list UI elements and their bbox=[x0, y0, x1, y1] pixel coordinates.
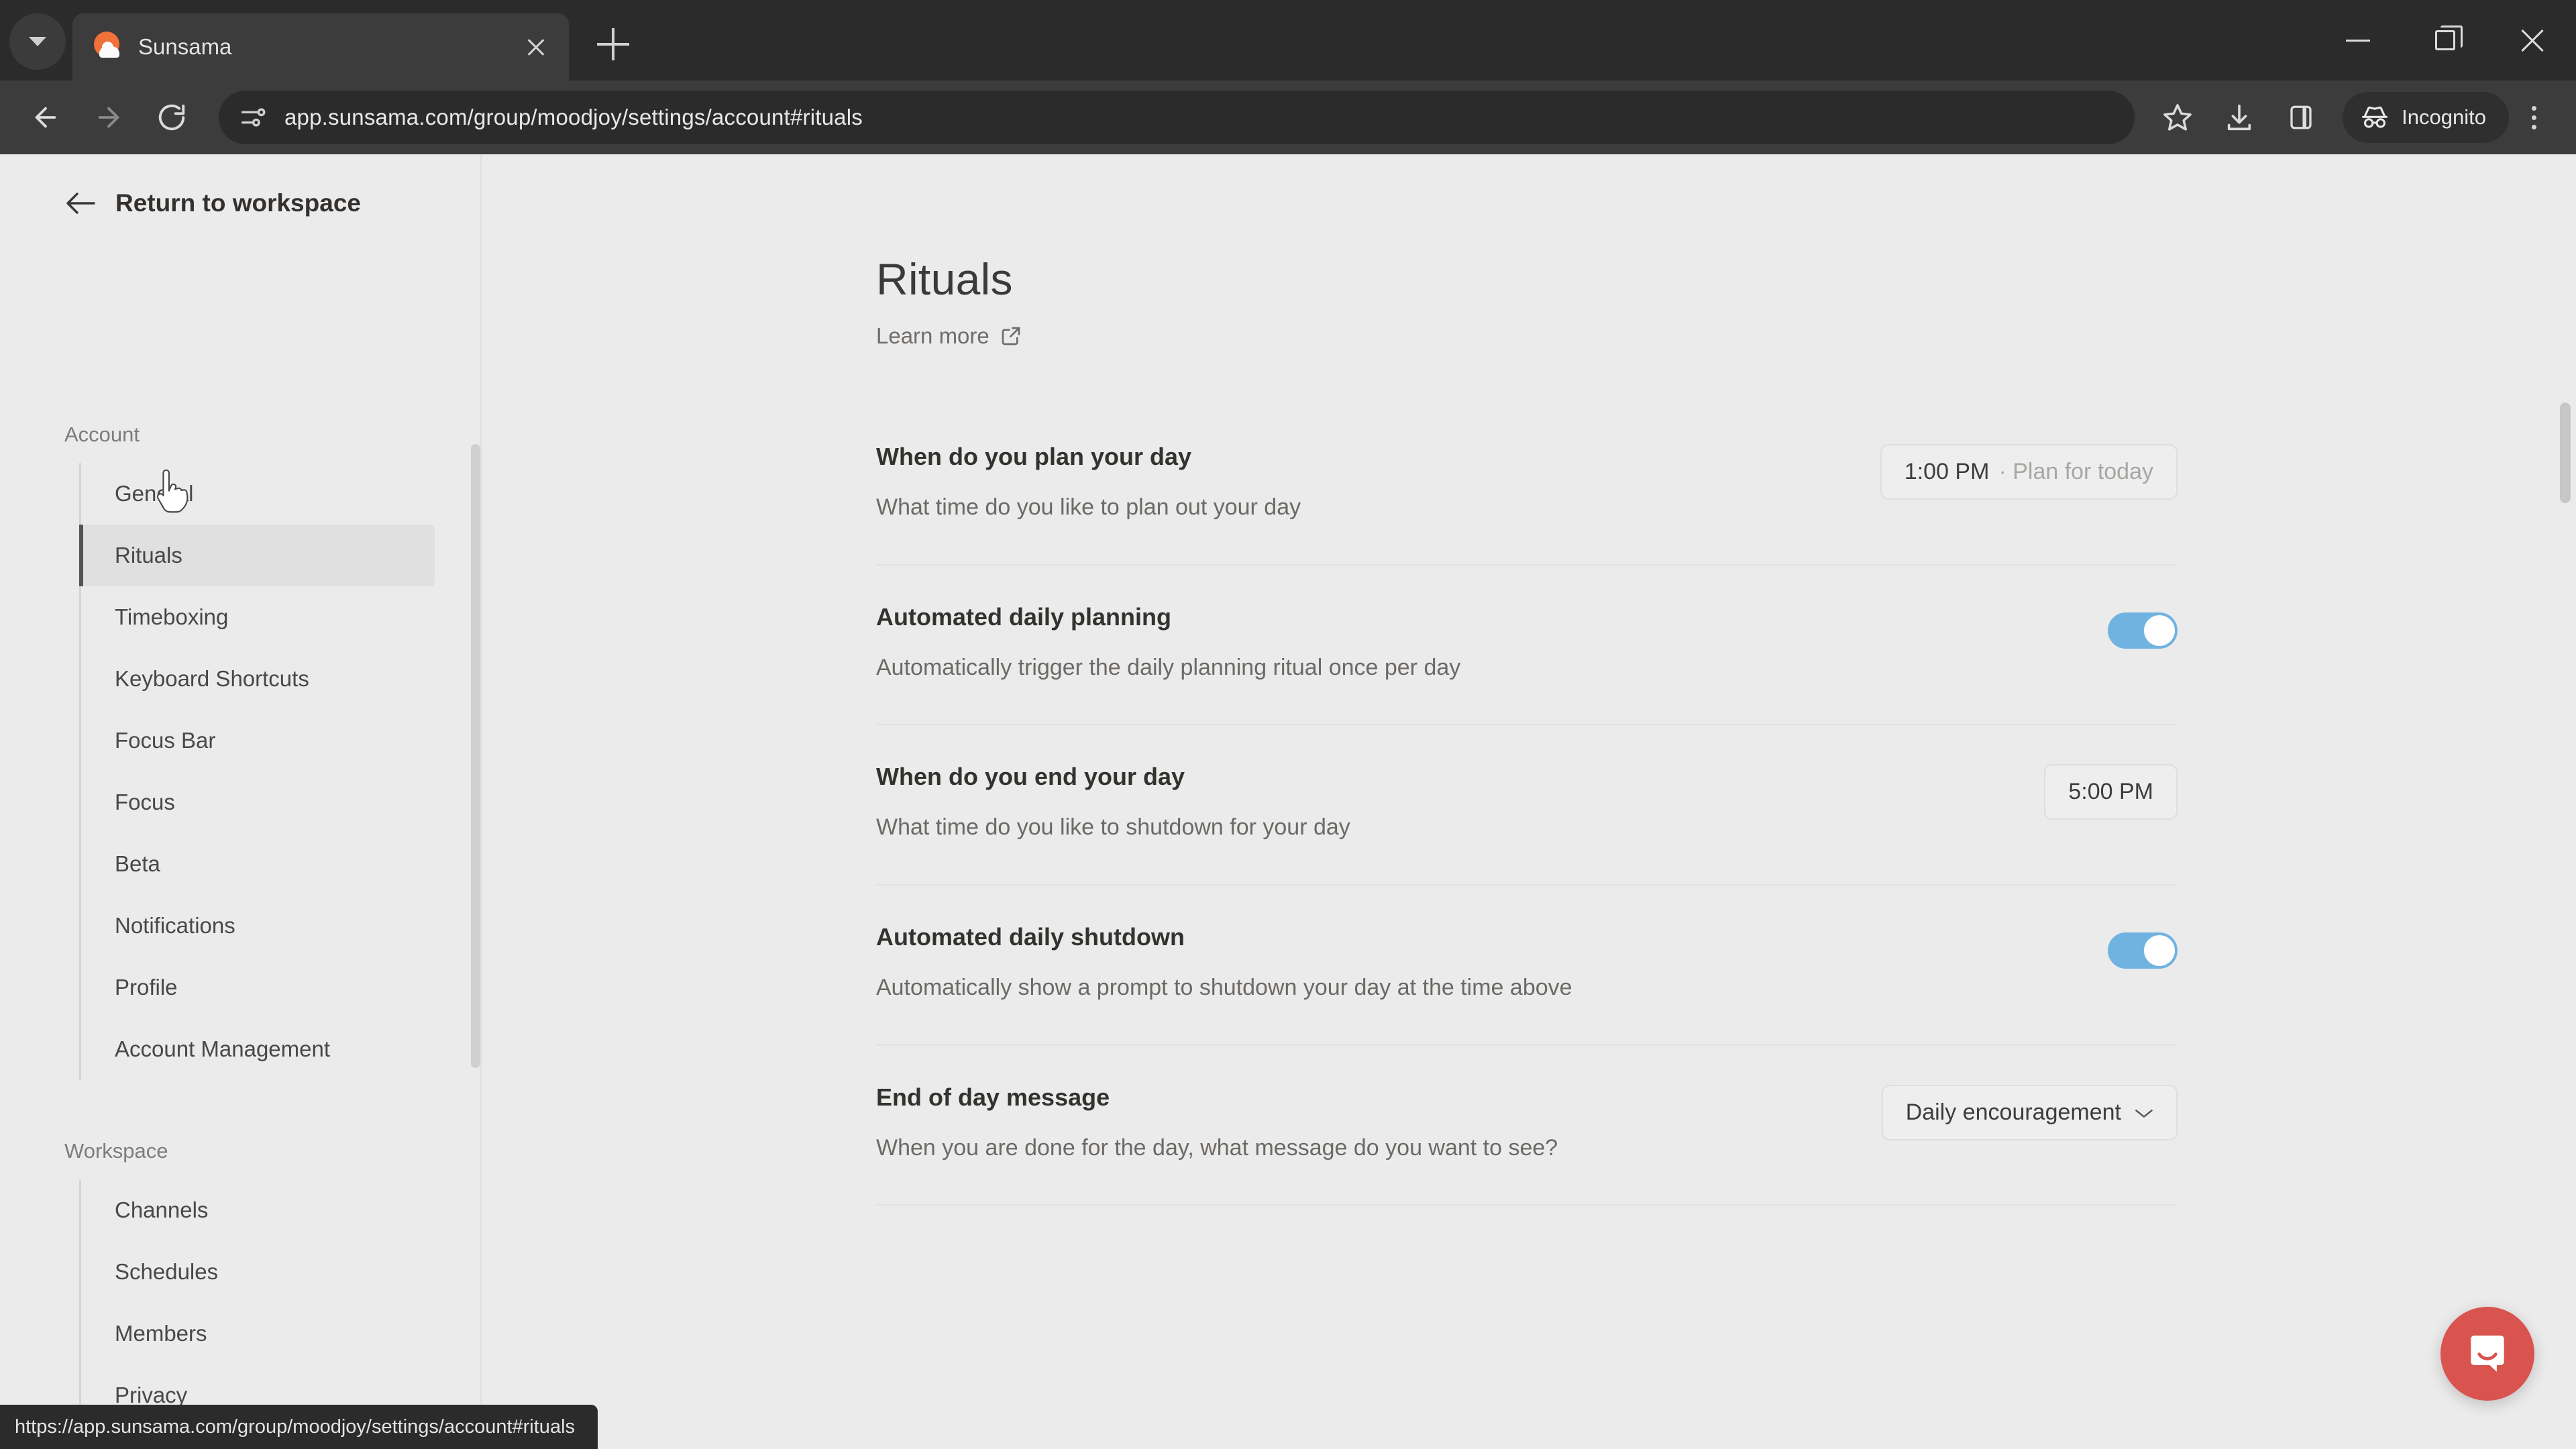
end-time-value: 5:00 PM bbox=[2068, 779, 2153, 805]
toggle-knob bbox=[2144, 935, 2175, 967]
sunsama-favicon-icon bbox=[90, 30, 123, 64]
setting-description: When you are done for the day, what mess… bbox=[876, 1134, 1558, 1161]
setting-row-automated-daily-shutdown: Automated daily shutdown Automatically s… bbox=[876, 885, 2178, 1046]
tab-title: Sunsama bbox=[138, 34, 232, 59]
side-panel-icon[interactable] bbox=[2270, 89, 2332, 146]
chevron-down-icon bbox=[2135, 1099, 2153, 1126]
end-of-day-message-select[interactable]: Daily encouragement bbox=[1881, 1084, 2178, 1140]
sidebar-section-title-workspace: Workspace bbox=[64, 1139, 168, 1163]
sidebar-item-schedules[interactable]: Schedules bbox=[79, 1241, 435, 1303]
reload-button-icon[interactable] bbox=[144, 89, 200, 146]
back-button-icon[interactable] bbox=[17, 89, 74, 146]
plan-time-button[interactable]: 1:00 PM · Plan for today bbox=[1880, 444, 2178, 500]
settings-main: Rituals Learn more When do you plan your… bbox=[482, 154, 2576, 1449]
setting-description: What time do you like to plan out your d… bbox=[876, 494, 1301, 520]
learn-more-link[interactable]: Learn more bbox=[876, 323, 1022, 349]
intercom-launcher-button[interactable] bbox=[2440, 1307, 2534, 1401]
status-url: https://app.sunsama.com/group/moodjoy/se… bbox=[15, 1415, 576, 1438]
plan-time-value: 1:00 PM bbox=[1904, 459, 1990, 484]
setting-description: What time do you like to shutdown for yo… bbox=[876, 814, 1350, 841]
intercom-chat-icon bbox=[2471, 1335, 2504, 1372]
new-tab-button[interactable] bbox=[586, 17, 640, 71]
sidebar-item-profile[interactable]: Profile bbox=[79, 957, 435, 1018]
settings-sidebar: Return to workspace Account General Ritu… bbox=[0, 154, 482, 1449]
url-text: app.sunsama.com/group/moodjoy/settings/a… bbox=[284, 105, 863, 129]
automated-daily-shutdown-toggle[interactable] bbox=[2108, 932, 2178, 969]
learn-more-label: Learn more bbox=[876, 323, 989, 348]
sidebar-item-members[interactable]: Members bbox=[79, 1303, 435, 1364]
return-to-workspace-link[interactable]: Return to workspace bbox=[0, 154, 482, 217]
profile-label: Incognito bbox=[2402, 105, 2486, 129]
setting-title: When do you end your day bbox=[876, 763, 1185, 791]
chevron-down-icon bbox=[29, 37, 46, 46]
tab-search-button[interactable] bbox=[9, 13, 66, 70]
browser-window: Sunsama app.sunsama.com/group/moodjoy/se… bbox=[0, 0, 2576, 1449]
setting-description: Automatically show a prompt to shutdown … bbox=[876, 975, 1572, 1001]
setting-title: When do you plan your day bbox=[876, 443, 1192, 470]
sidebar-item-channels[interactable]: Channels bbox=[79, 1179, 435, 1241]
settings-list: When do you plan your day What time do y… bbox=[876, 405, 2178, 1206]
automated-daily-planning-toggle[interactable] bbox=[2108, 612, 2178, 649]
bookmark-star-icon[interactable] bbox=[2147, 89, 2208, 146]
incognito-hat-icon bbox=[2362, 106, 2388, 128]
toggle-knob bbox=[2144, 614, 2175, 646]
sidebar-item-rituals[interactable]: Rituals bbox=[79, 525, 435, 586]
restore-icon[interactable] bbox=[2402, 0, 2489, 80]
plan-time-suffix: · Plan for today bbox=[1998, 459, 2153, 484]
browser-toolbar: app.sunsama.com/group/moodjoy/settings/a… bbox=[0, 80, 2576, 154]
incognito-profile-button[interactable]: Incognito bbox=[2343, 92, 2509, 143]
setting-title: End of day message bbox=[876, 1083, 1110, 1111]
sidebar-item-keyboard-shortcuts[interactable]: Keyboard Shortcuts bbox=[79, 648, 435, 710]
sidebar-section-title-account: Account bbox=[64, 423, 140, 446]
end-of-day-message-value: Daily encouragement bbox=[1905, 1099, 2121, 1125]
sidebar-item-focus-bar[interactable]: Focus Bar bbox=[79, 710, 435, 771]
return-label: Return to workspace bbox=[115, 189, 361, 217]
main-scrollbar[interactable] bbox=[2560, 402, 2571, 503]
page-title: Rituals bbox=[876, 254, 1013, 304]
tab-strip: Sunsama bbox=[0, 0, 2576, 80]
setting-row-end-of-day-message: End of day message When you are done for… bbox=[876, 1046, 2178, 1206]
sidebar-item-timeboxing[interactable]: Timeboxing bbox=[79, 586, 435, 648]
sidebar-item-beta[interactable]: Beta bbox=[79, 833, 435, 895]
forward-button-icon[interactable] bbox=[80, 89, 137, 146]
sidebar-group-account: General Rituals Timeboxing Keyboard Shor… bbox=[79, 463, 482, 1080]
setting-row-plan-time: When do you plan your day What time do y… bbox=[876, 405, 2178, 566]
external-link-icon bbox=[1000, 325, 1022, 347]
sidebar-item-notifications[interactable]: Notifications bbox=[79, 895, 435, 957]
sidebar-item-general[interactable]: General bbox=[79, 463, 435, 525]
close-window-icon[interactable] bbox=[2489, 0, 2576, 80]
window-controls bbox=[2314, 0, 2576, 80]
setting-row-automated-daily-planning: Automated daily planning Automatically t… bbox=[876, 566, 2178, 726]
status-bar: https://app.sunsama.com/group/moodjoy/se… bbox=[0, 1405, 598, 1449]
three-dot-menu-icon[interactable] bbox=[2509, 89, 2559, 146]
page-info-icon[interactable] bbox=[239, 102, 270, 133]
setting-title: Automated daily shutdown bbox=[876, 923, 1185, 951]
sidebar-scrollbar[interactable] bbox=[471, 444, 480, 1068]
browser-tab[interactable]: Sunsama bbox=[72, 13, 569, 80]
sidebar-item-focus[interactable]: Focus bbox=[79, 771, 435, 833]
close-tab-icon[interactable] bbox=[523, 35, 549, 60]
setting-row-end-time: When do you end your day What time do yo… bbox=[876, 725, 2178, 886]
page-body: Return to workspace Account General Ritu… bbox=[0, 154, 2576, 1449]
sidebar-nav: Account General Rituals Timeboxing Keybo… bbox=[0, 423, 482, 1449]
setting-title: Automated daily planning bbox=[876, 602, 1172, 631]
minimize-icon[interactable] bbox=[2314, 0, 2402, 80]
setting-description: Automatically trigger the daily planning… bbox=[876, 654, 1461, 680]
sidebar-item-account-management[interactable]: Account Management bbox=[79, 1018, 435, 1080]
downloads-icon[interactable] bbox=[2208, 89, 2270, 146]
arrow-left-icon bbox=[64, 191, 97, 215]
end-time-button[interactable]: 5:00 PM bbox=[2044, 764, 2178, 820]
address-bar[interactable]: app.sunsama.com/group/moodjoy/settings/a… bbox=[219, 91, 2135, 144]
